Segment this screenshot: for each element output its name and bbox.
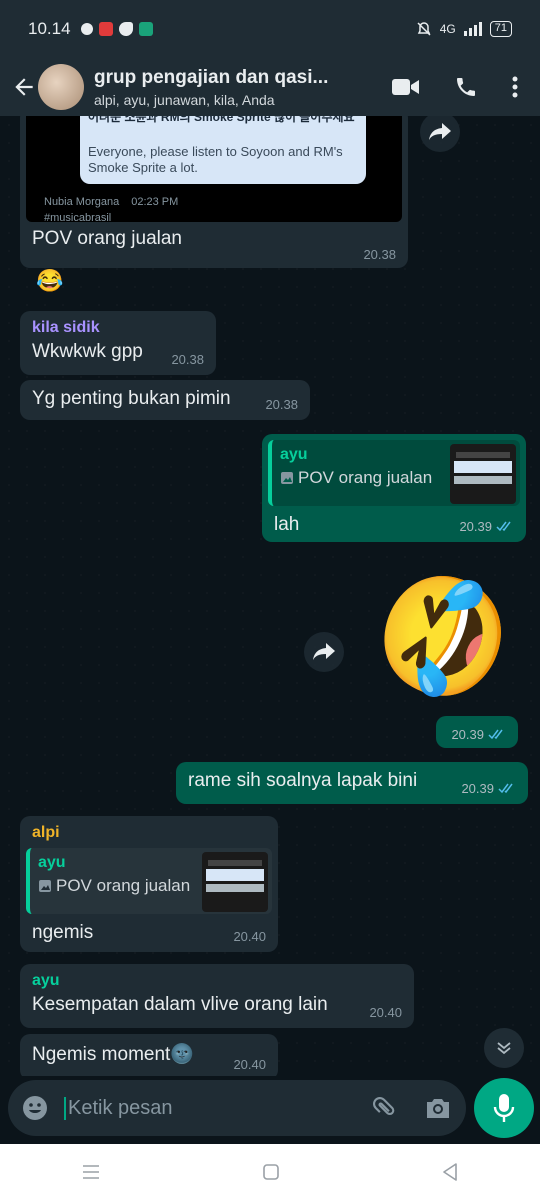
chat-title: grup pengajian dan qasi... (94, 66, 329, 88)
microphone-icon (493, 1094, 515, 1122)
video-call-icon[interactable] (392, 77, 420, 97)
camera-icon[interactable] (424, 1096, 452, 1120)
system-navigation-bar (0, 1144, 540, 1200)
message-input[interactable]: Ketik pesan (64, 1096, 370, 1120)
forward-arrow-icon (429, 123, 451, 140)
forward-button[interactable] (304, 632, 344, 672)
read-ticks-icon (488, 729, 503, 740)
time-label: 20.39 (451, 727, 484, 742)
double-chevron-down-icon (497, 1042, 511, 1055)
time-label: 20.39 (461, 781, 494, 796)
message-notification-icon (138, 22, 153, 36)
message-pimin[interactable]: Yg penting bukan pimin 20.38 (20, 380, 310, 420)
message-rame[interactable]: rame sih soalnya lapak bini 20.39 (176, 762, 528, 804)
forwarded-screenshot[interactable]: 어려운 소윤과 RM의 Smoke Sprite 많이 들어주세요 Everyo… (26, 116, 402, 222)
embed-time: 02:23 PM (131, 196, 179, 208)
forward-button[interactable] (420, 116, 460, 152)
embed-translation: Everyone, please listen to Soyoon and RM… (88, 144, 343, 175)
message-lah[interactable]: ayu POV orang jualan lah 20.39 (262, 434, 526, 542)
quoted-message[interactable]: ayu POV orang jualan (268, 440, 520, 506)
message-time: 20.40 (233, 1057, 266, 1072)
attach-icon[interactable] (364, 1088, 404, 1128)
embed-author: Nubia Morgana (44, 196, 120, 208)
chat-messages[interactable]: 어려운 소윤과 RM의 Smoke Sprite 많이 들어주세요 Everyo… (0, 116, 540, 1076)
message-time: 20.39 (451, 727, 506, 742)
emoji-icon[interactable] (22, 1095, 48, 1121)
quoted-thumbnail (202, 852, 268, 912)
message-kesempatan[interactable]: ayu Kesempatan dalam vlive orang lain 20… (20, 964, 414, 1028)
message-pov[interactable]: 어려운 소윤과 RM의 Smoke Sprite 많이 들어주세요 Everyo… (20, 116, 408, 268)
quoted-thumbnail (450, 444, 516, 504)
message-time: 20.38 (363, 247, 396, 262)
group-avatar[interactable] (38, 64, 84, 110)
message-text: Yg penting bukan pimin (32, 388, 231, 409)
message-time: 20.38 (265, 397, 298, 412)
message-ngemis-moment[interactable]: Ngemis moment🌚 20.40 (20, 1034, 278, 1076)
arrow-left-icon (15, 78, 33, 96)
message-time: 20.38 (171, 352, 204, 367)
chat-title-area[interactable]: grup pengajian dan qasi... alpi, ayu, ju… (94, 67, 374, 108)
emoji-reply: 😂 (36, 268, 64, 293)
embed-korean-text: 어려운 소윤과 RM의 Smoke Sprite 많이 들어주세요 (88, 116, 355, 124)
message-time: 20.39 (461, 781, 516, 796)
embed-tag: #musicabrasil (44, 212, 112, 222)
sticker-time: 20.39 (436, 716, 518, 748)
scroll-to-bottom-button[interactable] (484, 1028, 524, 1068)
message-ngemis[interactable]: alpi ayu POV orang jualan ngemis 20.40 (20, 816, 278, 952)
voice-call-icon[interactable] (454, 75, 478, 99)
chat-participants: alpi, ayu, junawan, kila, Anda (94, 91, 275, 108)
home-nav-icon[interactable] (263, 1164, 279, 1180)
status-time: 10.14 (28, 19, 71, 38)
message-text: POV orang jualan (32, 228, 182, 249)
back-nav-icon[interactable] (442, 1163, 458, 1181)
voice-message-button[interactable] (474, 1078, 534, 1138)
back-button[interactable] (6, 69, 42, 105)
message-text: Kesempatan dalam vlive orang lain (32, 994, 328, 1015)
quoted-text: POV orang jualan (56, 876, 191, 895)
quoted-message[interactable]: ayu POV orang jualan (26, 848, 272, 914)
mute-bell-icon (417, 22, 431, 36)
image-icon (281, 472, 293, 484)
twitter-icon (118, 22, 133, 36)
message-kila[interactable]: kila sidik Wkwkwk gpp 20.38 (20, 311, 216, 375)
message-text: Ngemis moment🌚 (32, 1044, 194, 1065)
app-notification-icon (98, 22, 113, 36)
sender-name[interactable]: kila sidik (32, 319, 204, 337)
notification-icons (80, 22, 153, 36)
message-composer: Ketik pesan (8, 1080, 466, 1136)
sender-name[interactable]: ayu (32, 972, 402, 990)
chat-header: grup pengajian dan qasi... alpi, ayu, ju… (0, 58, 540, 116)
image-icon (39, 880, 51, 892)
message-time: 20.40 (233, 929, 266, 944)
more-options-icon[interactable] (512, 75, 518, 99)
signal-icon (463, 22, 482, 36)
message-time: 20.39 (459, 519, 514, 534)
person-notification-icon (80, 23, 93, 35)
forward-arrow-icon (313, 643, 335, 660)
time-label: 20.39 (459, 519, 492, 534)
battery-indicator: 71 (489, 21, 512, 37)
quoted-text: POV orang jualan (298, 468, 433, 487)
menu-nav-icon[interactable] (82, 1164, 100, 1180)
message-time: 20.40 (369, 1005, 402, 1020)
read-ticks-icon (496, 521, 511, 532)
read-ticks-icon (498, 783, 513, 794)
network-label: 4G (439, 22, 456, 36)
sticker-laughing[interactable]: 🤣 (356, 552, 532, 722)
status-bar: 10.14 4G 71 (0, 0, 540, 58)
sender-name[interactable]: alpi (32, 824, 272, 842)
